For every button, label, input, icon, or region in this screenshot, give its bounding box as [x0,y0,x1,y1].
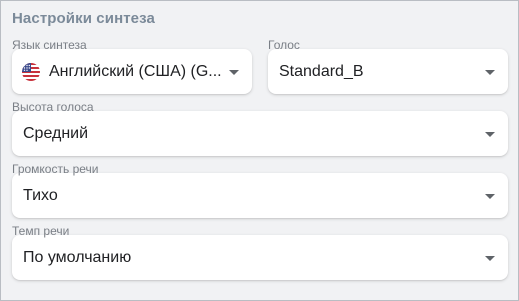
synthesis-settings-panel: Настройки синтеза Язык синтеза Английски… [0,0,519,301]
language-value: Английский (США) (G... [49,62,222,80]
language-select[interactable]: Язык синтеза Английский (США) (G... [12,38,252,94]
volume-select[interactable]: Громкость речи Тихо [12,162,508,218]
voice-label: Голос [268,38,300,52]
rate-select[interactable]: Темп речи По умолчанию [12,224,508,280]
pitch-select[interactable]: Высота голоса Средний [12,100,508,156]
voice-value: Standard_B [279,62,364,80]
language-label: Язык синтеза [12,38,87,52]
pitch-label: Высота голоса [12,100,94,114]
dropdown-arrow-icon[interactable] [229,69,239,75]
volume-label: Громкость речи [12,162,99,176]
dropdown-arrow-icon[interactable] [485,69,495,75]
rate-value: По умолчанию [23,248,132,266]
us-flag-icon [22,62,40,81]
panel-title: Настройки синтеза [12,10,155,27]
dropdown-arrow-icon[interactable] [485,131,495,137]
dropdown-arrow-icon[interactable] [485,255,495,261]
pitch-value: Средний [23,124,89,142]
dropdown-arrow-icon[interactable] [485,193,495,199]
volume-value: Тихо [23,186,58,204]
voice-select[interactable]: Голос Standard_B [268,38,508,94]
rate-label: Темп речи [12,224,70,238]
